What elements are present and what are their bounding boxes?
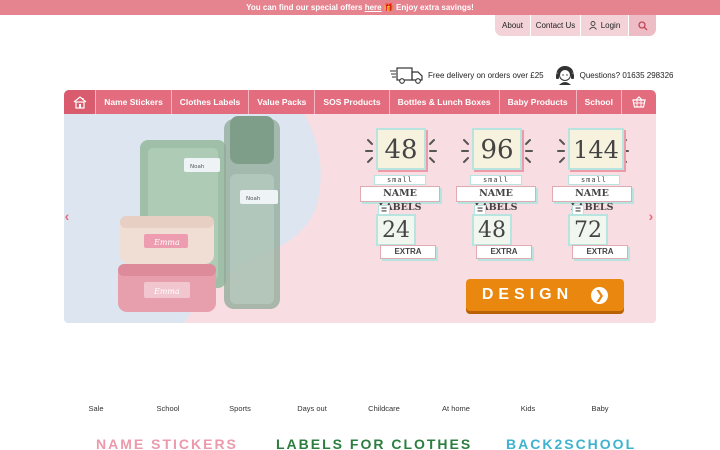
offer-1-extra: 24 bbox=[376, 214, 416, 246]
login-label: Login bbox=[600, 21, 621, 30]
main-nav: Name Stickers Clothes Labels Value Packs… bbox=[64, 90, 656, 120]
promo-offers-link[interactable]: here bbox=[365, 3, 382, 12]
section-labels-for-clothes[interactable]: LABELS FOR CLOTHES bbox=[276, 436, 472, 450]
contact-us-link[interactable]: Contact Us bbox=[531, 15, 581, 36]
info-row: Free delivery on orders over £25 Questio… bbox=[390, 64, 673, 86]
offer-3-size: small bbox=[568, 175, 620, 185]
home-button[interactable] bbox=[64, 90, 96, 120]
login-link[interactable]: Login bbox=[581, 15, 629, 36]
free-delivery-text: Free delivery on orders over £25 bbox=[428, 70, 544, 80]
offer-2-extra: 48 bbox=[472, 214, 512, 246]
category-childcare[interactable]: Childcare bbox=[348, 404, 420, 413]
basket-icon bbox=[632, 96, 646, 108]
home-icon bbox=[73, 96, 86, 109]
category-days-out[interactable]: Days out bbox=[276, 404, 348, 413]
hero-banner[interactable]: Noah Noah Emma Emma 48 small NAME LABELS… bbox=[64, 114, 656, 323]
category-kids[interactable]: Kids bbox=[492, 404, 564, 413]
offer-1-extra-label: EXTRA bbox=[380, 245, 436, 259]
questions-phone-text: Questions? 01635 298326 bbox=[579, 70, 674, 80]
category-row: Sale School Sports Days out Childcare At… bbox=[60, 404, 636, 413]
truck-icon bbox=[390, 67, 423, 84]
offer-2-extra-label: EXTRA bbox=[476, 245, 532, 259]
nav-value-packs[interactable]: Value Packs bbox=[248, 90, 314, 114]
chevron-left-icon[interactable]: ‹ bbox=[60, 208, 74, 224]
design-button[interactable]: DESIGN ❯ bbox=[466, 279, 624, 311]
arrow-right-icon: ❯ bbox=[591, 286, 609, 304]
nav-clothes-labels[interactable]: Clothes Labels bbox=[170, 90, 248, 114]
user-icon bbox=[588, 21, 597, 30]
offer-1-count: 48 bbox=[376, 128, 426, 170]
section-back2school[interactable]: BACK2SCHOOL bbox=[506, 436, 636, 450]
nav-bottles-lunch-boxes[interactable]: Bottles & Lunch Boxes bbox=[388, 90, 499, 114]
section-name-stickers[interactable]: NAME STICKERS bbox=[96, 436, 238, 450]
offer-3-label: NAME LABELS bbox=[552, 186, 632, 213]
promo-bar: You can find our special offers here 🎁 E… bbox=[0, 0, 720, 15]
search-button[interactable] bbox=[629, 15, 656, 36]
top-links: About Contact Us Login bbox=[495, 15, 656, 36]
category-baby[interactable]: Baby bbox=[564, 404, 636, 413]
nav-name-stickers[interactable]: Name Stickers bbox=[95, 90, 171, 114]
offer-1-label: NAME LABELS bbox=[360, 186, 440, 213]
offer-1-size: small bbox=[374, 175, 426, 185]
promo-text-after: 🎁 Enjoy extra savings! bbox=[381, 3, 474, 12]
search-icon bbox=[637, 20, 647, 30]
basket-button[interactable] bbox=[622, 90, 656, 114]
nav-baby-products[interactable]: Baby Products bbox=[498, 90, 576, 114]
design-button-label: DESIGN bbox=[481, 286, 574, 303]
nav-sos-products[interactable]: SOS Products bbox=[314, 90, 388, 114]
bottle-name-label: Noah bbox=[246, 196, 261, 202]
offer-3-extra-label: EXTRA bbox=[572, 245, 628, 259]
about-link[interactable]: About bbox=[495, 15, 531, 36]
offer-3-count: 144 bbox=[568, 128, 624, 170]
offer-3-extra: 72 bbox=[568, 214, 608, 246]
nav-school[interactable]: School bbox=[575, 90, 622, 114]
lunchbox-top-name: Emma bbox=[153, 238, 180, 247]
chevron-right-icon[interactable]: › bbox=[644, 208, 658, 224]
category-sale[interactable]: Sale bbox=[60, 404, 132, 413]
offer-2-count: 96 bbox=[472, 128, 522, 170]
lunchbox-bottom-name: Emma bbox=[153, 287, 180, 296]
category-school[interactable]: School bbox=[132, 404, 204, 413]
support-icon bbox=[555, 66, 574, 85]
category-sports[interactable]: Sports bbox=[204, 404, 276, 413]
offer-2-label: NAME LABELS bbox=[456, 186, 536, 213]
offer-2-size: small bbox=[470, 175, 522, 185]
category-at-home[interactable]: At home bbox=[420, 404, 492, 413]
section-titles: NAME STICKERS LABELS FOR CLOTHES BACK2SC… bbox=[0, 436, 720, 450]
promo-text-before: You can find our special offers bbox=[246, 3, 365, 12]
box-name-label: Noah bbox=[190, 164, 205, 170]
